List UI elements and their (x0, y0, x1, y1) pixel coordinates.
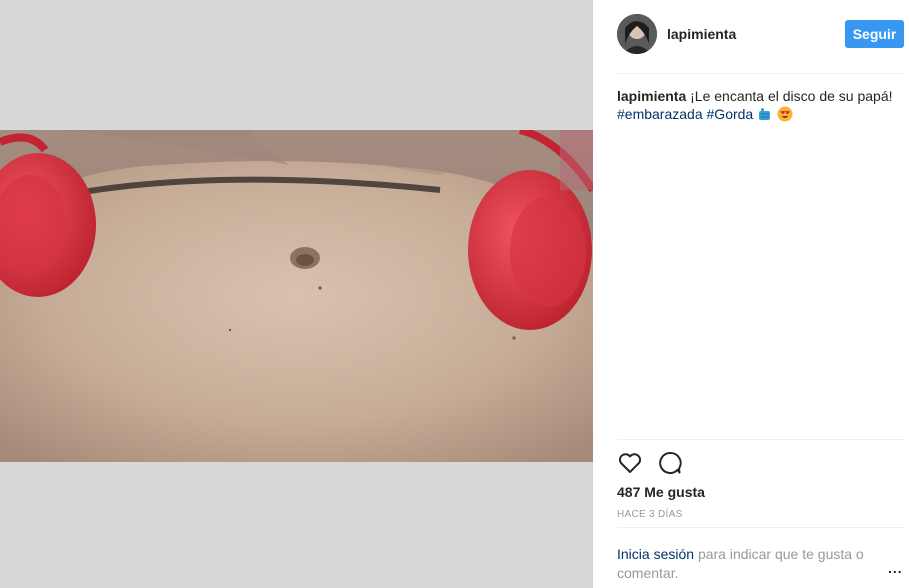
more-options-button[interactable]: ... (888, 560, 903, 576)
post-timestamp[interactable]: HACE 3 DÍAS (617, 509, 683, 520)
comment-bubble-icon (659, 452, 682, 474)
post-photo[interactable] (0, 130, 593, 462)
comment-button[interactable] (657, 450, 683, 476)
like-button[interactable] (617, 450, 643, 476)
post-caption: lapimienta ¡Le encanta el disco de su pa… (617, 87, 897, 123)
likes-count[interactable]: 487 Me gusta (617, 484, 705, 500)
caption-text: ¡Le encanta el disco de su papá! (690, 88, 893, 104)
hashtag-gorda[interactable]: #Gorda (707, 106, 754, 122)
avatar-image (617, 14, 657, 54)
follow-button[interactable]: Seguir (845, 20, 904, 48)
divider (617, 73, 904, 74)
post-header: lapimienta Seguir (593, 0, 909, 72)
login-prompt: Inicia sesión para indicar que te gusta … (617, 545, 877, 583)
divider (617, 439, 904, 440)
divider (617, 527, 904, 528)
media-pane (0, 0, 593, 588)
heart-icon (618, 453, 642, 473)
login-link[interactable]: Inicia sesión (617, 546, 694, 562)
fist-icon (759, 108, 771, 120)
post-side-panel: lapimienta Seguir lapimienta ¡Le encanta… (593, 0, 909, 588)
caption-username[interactable]: lapimienta (617, 88, 686, 104)
hashtag-embarazada[interactable]: #embarazada (617, 106, 703, 122)
avatar[interactable] (617, 14, 657, 54)
username-link[interactable]: lapimienta (667, 26, 736, 42)
photo-belly-headphones (0, 130, 593, 462)
heart-eyes-face-icon (777, 106, 793, 122)
